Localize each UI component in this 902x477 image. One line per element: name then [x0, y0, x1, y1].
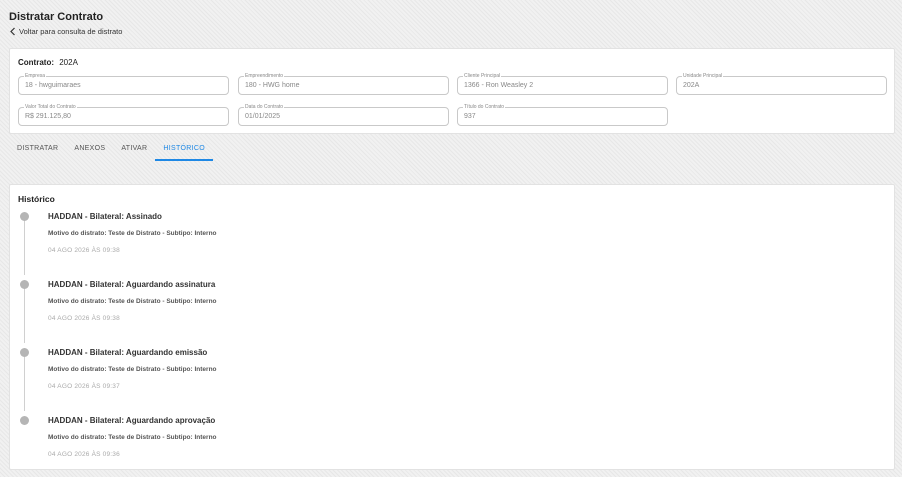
history-entry: HADDAN - Bilateral: Aguardando emissão M…: [10, 346, 894, 396]
timeline-dot: [20, 348, 29, 357]
history-entry-description: Motivo do distrato: Teste de Distrato - …: [48, 366, 217, 373]
field-label: Título do Contrato: [463, 104, 506, 110]
field-label: Data do Contrato: [244, 104, 285, 110]
history-entry-timestamp: 04 AGO 2026 ÀS 09:36: [48, 451, 120, 458]
field-label: Cliente Principal: [463, 73, 502, 79]
tab-anexos[interactable]: ANEXOS: [66, 141, 113, 161]
contract-number: 202A: [59, 58, 78, 67]
field-label: Empresa: [24, 73, 47, 79]
tab-historico[interactable]: HISTÓRICO: [155, 141, 213, 161]
tab-bar: DISTRATAR ANEXOS ATIVAR HISTÓRICO: [9, 141, 213, 161]
field-value: 1366 - Ron Weasley 2: [464, 82, 534, 89]
timeline-dot: [20, 416, 29, 425]
tab-distratar[interactable]: DISTRATAR: [9, 141, 66, 161]
empreendimento-field[interactable]: Empreendimento 180 - HWG home: [238, 73, 449, 95]
history-entry-timestamp: 04 AGO 2026 ÀS 09:38: [48, 315, 120, 322]
field-label: Unidade Principal: [682, 73, 724, 79]
page-title: Distratar Contrato: [9, 11, 104, 23]
empresa-field[interactable]: Empresa 18 - hwguimaraes: [18, 73, 229, 95]
back-link-label: Voltar para consulta de distrato: [19, 27, 123, 36]
contract-label: Contrato:: [18, 58, 54, 67]
field-label: Valor Total do Contrato: [24, 104, 77, 110]
history-entry-timestamp: 04 AGO 2026 ÀS 09:37: [48, 383, 120, 390]
history-entry: HADDAN - Bilateral: Assinado Motivo do d…: [10, 210, 894, 260]
history-entry-title: HADDAN - Bilateral: Aguardando emissão: [48, 348, 208, 357]
history-entry-description: Motivo do distrato: Teste de Distrato - …: [48, 298, 217, 305]
history-entry-description: Motivo do distrato: Teste de Distrato - …: [48, 434, 217, 441]
history-entry-timestamp: 04 AGO 2026 ÀS 09:38: [48, 247, 120, 254]
history-entry: HADDAN - Bilateral: Aguardando assinatur…: [10, 278, 894, 328]
field-value: 180 - HWG home: [245, 82, 300, 89]
history-entry-title: HADDAN - Bilateral: Assinado: [48, 212, 162, 221]
field-value: 01/01/2025: [245, 113, 281, 120]
history-title: Histórico: [18, 194, 55, 204]
cliente-principal-field[interactable]: Cliente Principal 1366 - Ron Weasley 2: [457, 73, 668, 95]
history-entry-description: Motivo do distrato: Teste de Distrato - …: [48, 230, 217, 237]
field-label: Empreendimento: [244, 73, 285, 79]
tab-ativar[interactable]: ATIVAR: [113, 141, 155, 161]
field-value: 937: [464, 113, 476, 120]
field-value: 18 - hwguimaraes: [25, 82, 81, 89]
timeline-dot: [20, 280, 29, 289]
history-entry-title: HADDAN - Bilateral: Aguardando assinatur…: [48, 280, 216, 289]
history-card: Histórico HADDAN - Bilateral: Assinado M…: [9, 184, 895, 470]
contract-header: Contrato: 202A: [18, 58, 78, 67]
history-entry: HADDAN - Bilateral: Aguardando aprovação…: [10, 414, 894, 464]
contract-card: Contrato: 202A Empresa 18 - hwguimaraes …: [9, 48, 895, 134]
titulo-contrato-field[interactable]: Título do Contrato 937: [457, 104, 668, 126]
field-value: 202A: [683, 82, 700, 89]
back-link[interactable]: Voltar para consulta de distrato: [9, 27, 122, 36]
valor-total-field[interactable]: Valor Total do Contrato R$ 291.125,80: [18, 104, 229, 126]
data-contrato-field[interactable]: Data do Contrato 01/01/2025: [238, 104, 449, 126]
timeline-dot: [20, 212, 29, 221]
unidade-principal-field[interactable]: Unidade Principal 202A: [676, 73, 887, 95]
field-value: R$ 291.125,80: [25, 113, 71, 120]
chevron-left-icon: [10, 27, 15, 36]
history-entry-title: HADDAN - Bilateral: Aguardando aprovação: [48, 416, 216, 425]
